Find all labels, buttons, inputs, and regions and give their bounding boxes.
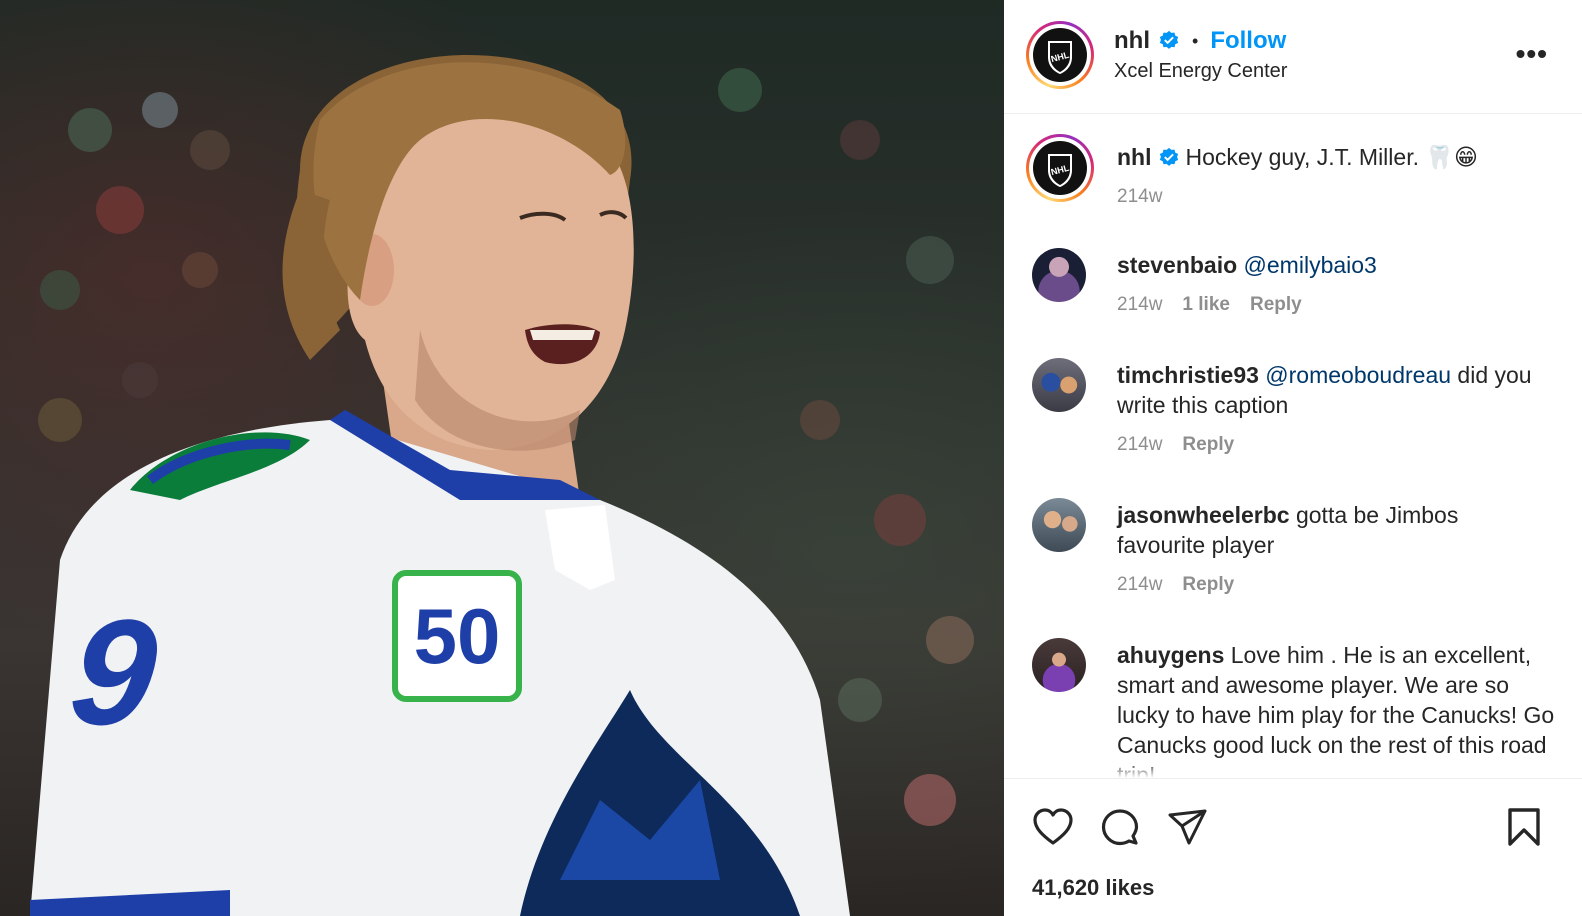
comment-text: timchristie93 @romeoboudreau did you wri… [1117, 360, 1547, 420]
comment-likes[interactable]: 1 like [1182, 294, 1230, 316]
comment-username[interactable]: ahuygens [1117, 642, 1224, 668]
comment-meta: 214w Reply [1117, 574, 1234, 596]
comment-username[interactable]: stevenbaio [1117, 252, 1237, 278]
comment-meta: 214w 1 like Reply [1117, 294, 1302, 316]
post-header: NHL nhl • Follow Xcel Energy Center ••• [1004, 0, 1582, 114]
comment-icon[interactable] [1099, 807, 1141, 849]
comment-time: 214w [1117, 574, 1163, 595]
anniversary-patch-text: 50 [413, 591, 501, 680]
caption-username[interactable]: nhl [1117, 144, 1152, 171]
likes-count[interactable]: 41,620 likes [1032, 875, 1154, 901]
comments-fade [1004, 760, 1582, 778]
share-icon[interactable] [1167, 807, 1209, 847]
player-illustration [30, 54, 974, 916]
author-username[interactable]: nhl [1114, 27, 1150, 55]
comment-mention[interactable]: @emilybaio3 [1244, 252, 1377, 278]
comment-text: stevenbaio @emilybaio3 [1117, 250, 1547, 280]
post-actions: 41,620 likes [1004, 778, 1582, 916]
reply-button[interactable]: Reply [1182, 434, 1234, 456]
comment-text: ahuygens Love him . He is an excellent, … [1117, 640, 1557, 778]
post-location[interactable]: Xcel Energy Center [1114, 60, 1287, 83]
comment-time: 214w [1117, 434, 1163, 455]
author-avatar[interactable]: NHL [1026, 21, 1094, 89]
post-photo: 9 50 [0, 0, 1004, 916]
commenter-avatar[interactable] [1032, 248, 1086, 302]
reply-button[interactable]: Reply [1250, 294, 1302, 316]
heart-icon[interactable] [1032, 807, 1074, 847]
verified-badge-icon [1159, 30, 1179, 49]
comment-time: 214w [1117, 294, 1163, 315]
caption-line: nhl Hockey guy, J.T. Miller. 🦷😁 [1117, 144, 1478, 171]
commenter-avatar[interactable] [1032, 498, 1086, 552]
more-options-icon[interactable]: ••• [1516, 38, 1548, 70]
post-sidebar: NHL nhl • Follow Xcel Energy Center ••• [1004, 0, 1582, 916]
comment-mention[interactable]: @romeoboudreau [1265, 362, 1451, 388]
comment-username[interactable]: timchristie93 [1117, 362, 1259, 388]
reply-button[interactable]: Reply [1182, 574, 1234, 596]
nhl-logo-icon: NHL [1033, 141, 1087, 195]
comments-list[interactable]: NHL nhl Hockey guy, J.T. Miller. 🦷😁 214w… [1004, 114, 1582, 778]
caption-avatar[interactable]: NHL [1026, 134, 1094, 202]
bookmark-icon[interactable] [1506, 807, 1542, 847]
follow-button[interactable]: Follow [1210, 27, 1286, 55]
commenter-avatar[interactable] [1032, 358, 1086, 412]
commenter-avatar[interactable] [1032, 638, 1086, 692]
comment-meta: 214w Reply [1117, 434, 1234, 456]
comment-username[interactable]: jasonwheelerbc [1117, 502, 1290, 528]
author-line: nhl • Follow [1114, 27, 1286, 55]
nhl-logo-icon: NHL [1033, 28, 1087, 82]
caption-time: 214w [1117, 186, 1163, 207]
separator-dot: • [1192, 30, 1199, 51]
caption-text: Hockey guy, J.T. Miller. 🦷😁 [1185, 144, 1478, 170]
verified-badge-icon [1159, 147, 1178, 166]
anniversary-patch: 50 [392, 570, 522, 702]
comment-text: jasonwheelerbc gotta be Jimbos favourite… [1117, 500, 1547, 560]
